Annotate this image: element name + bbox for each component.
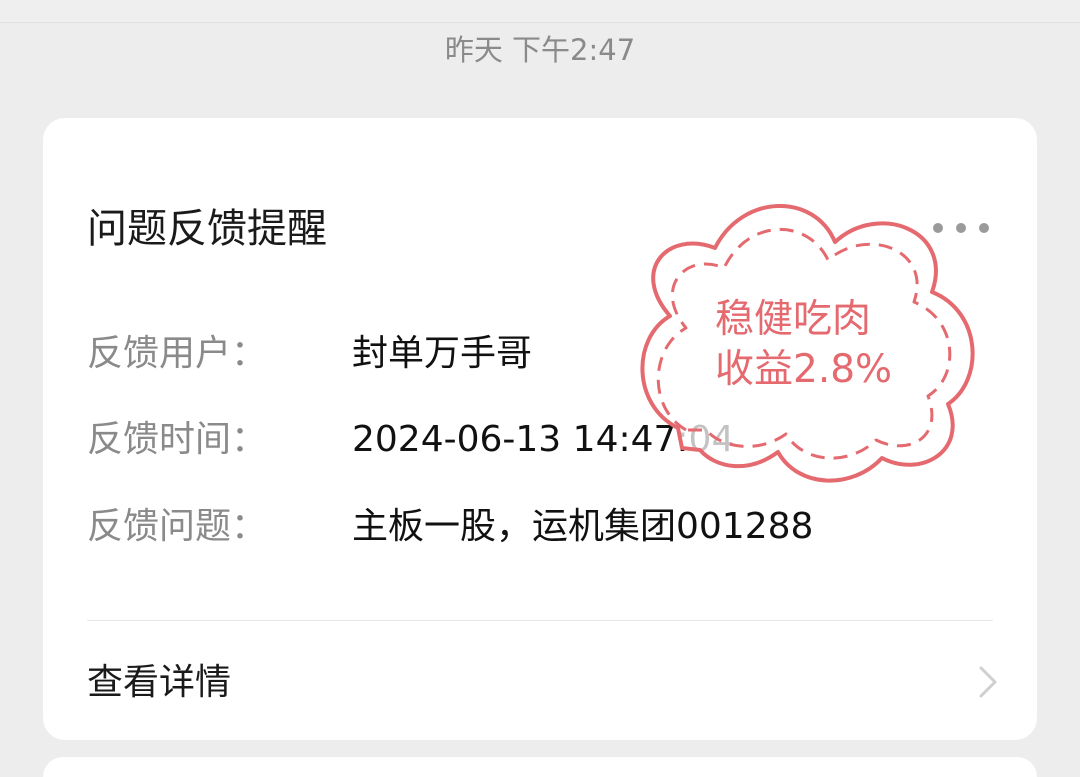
stamp-line-2: 收益2.8%	[715, 347, 893, 392]
view-details-label: 查看详情	[87, 662, 232, 703]
view-details-button[interactable]: 查看详情	[43, 621, 1037, 740]
chevron-right-icon	[979, 666, 997, 698]
next-card-edge	[43, 757, 1037, 777]
feedback-user-value: 封单万手哥	[352, 333, 533, 374]
stamp-line-1: 稳健吃肉	[715, 297, 872, 342]
feedback-issue-label: 反馈问题：	[87, 506, 268, 547]
message-timestamp: 昨天 下午2:47	[444, 33, 636, 67]
stamp-text: 稳健吃肉 收益2.8%	[715, 295, 892, 395]
card-title: 问题反馈提醒	[87, 206, 327, 252]
feedback-issue-value: 主板一股，运机集团001288	[352, 506, 814, 547]
feedback-issue-row: 反馈问题： 主板一股，运机集团001288	[87, 503, 987, 551]
top-bar	[0, 0, 1080, 23]
feedback-time-label: 反馈时间：	[87, 419, 268, 460]
feedback-user-label: 反馈用户：	[87, 333, 268, 374]
